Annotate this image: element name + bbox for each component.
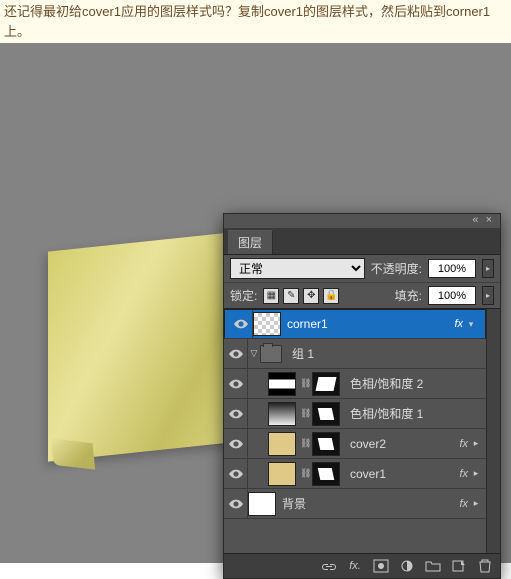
opacity-value[interactable]: 100% [428,259,476,278]
photoshop-canvas: « × 图层 正常 不透明度: 100% ▸ 锁定: ▦ ✎ ✥ 🔒 填充: 1… [0,43,511,563]
layer-name[interactable]: corner1 [283,317,454,331]
lock-paint-icon[interactable]: ✎ [283,288,299,304]
layer-name[interactable]: cover2 [346,437,459,451]
panel-drag-bar[interactable]: « × [224,214,500,228]
layer-thumb[interactable] [268,402,296,426]
layer-thumb[interactable] [268,432,296,456]
new-layer-icon[interactable] [450,558,468,574]
fx-chevron-icon[interactable]: ▸ [470,468,482,479]
layer-mask[interactable] [312,402,340,426]
visibility-toggle[interactable] [224,429,248,458]
layer-name[interactable]: 组 1 [288,345,486,362]
panel-menu-icon[interactable]: « × [472,214,494,226]
fx-chevron-icon[interactable]: ▸ [470,438,482,449]
layer-thumb[interactable] [253,312,281,336]
add-mask-icon[interactable] [372,558,390,574]
layer-hue1[interactable]: ⛓ 色相/饱和度 1 [224,399,486,429]
visibility-toggle[interactable] [224,339,248,368]
group-twist-icon[interactable]: ▽ [248,348,260,359]
layers-list: corner1 fx ▾ ▽ 组 1 ⛓ 色相/饱 [224,309,486,553]
layer-corner1[interactable]: corner1 fx ▾ [224,309,486,339]
visibility-toggle[interactable] [224,369,248,398]
instruction-banner: 还记得最初给cover1应用的图层样式吗？复制cover1的图层样式，然后粘贴到… [0,0,511,43]
layer-name[interactable]: 背景 [278,495,459,512]
visibility-toggle[interactable] [229,310,253,338]
fill-chevron-icon[interactable]: ▸ [482,286,494,305]
fx-chevron-icon[interactable]: ▾ [465,319,477,330]
lock-transparency-icon[interactable]: ▦ [263,288,279,304]
visibility-toggle[interactable] [224,489,248,518]
visibility-toggle[interactable] [224,399,248,428]
layer-name[interactable]: cover1 [346,467,459,481]
lock-label: 锁定: [230,287,257,304]
layer-mask[interactable] [312,462,340,486]
layer-mask[interactable] [312,432,340,456]
layer-group1[interactable]: ▽ 组 1 [224,339,486,369]
delete-layer-icon[interactable] [476,558,494,574]
layer-background[interactable]: 背景 fx ▸ [224,489,486,519]
lock-position-icon[interactable]: ✥ [303,288,319,304]
tab-layers[interactable]: 图层 [228,230,273,254]
layer-hue2[interactable]: ⛓ 色相/饱和度 2 [224,369,486,399]
layer-thumb[interactable] [268,462,296,486]
blend-mode-select[interactable]: 正常 [230,258,365,279]
link-icon[interactable]: ⛓ [300,378,310,390]
layers-scrollbar[interactable] [486,309,500,553]
add-style-icon[interactable]: fx. [346,558,364,574]
adjustment-layer-icon[interactable] [398,558,416,574]
folder-icon [260,345,282,363]
opacity-label: 不透明度: [371,260,422,277]
visibility-toggle[interactable] [224,459,248,488]
layer-thumb[interactable] [268,372,296,396]
layer-cover1[interactable]: ⛓ cover1 fx ▸ [224,459,486,489]
fx-badge[interactable]: fx [454,318,463,330]
fx-chevron-icon[interactable]: ▸ [470,498,482,509]
fx-badge[interactable]: fx [459,438,468,450]
lock-all-icon[interactable]: 🔒 [323,288,339,304]
new-group-icon[interactable] [424,558,442,574]
lock-icons: ▦ ✎ ✥ 🔒 [263,288,339,304]
fx-badge[interactable]: fx [459,498,468,510]
layer-name[interactable]: 色相/饱和度 1 [346,405,486,422]
layers-panel: « × 图层 正常 不透明度: 100% ▸ 锁定: ▦ ✎ ✥ 🔒 填充: 1… [223,213,501,579]
layer-mask[interactable] [312,372,340,396]
link-icon[interactable]: ⛓ [300,468,310,480]
layer-cover2[interactable]: ⛓ cover2 fx ▸ [224,429,486,459]
fill-label: 填充: [395,287,422,304]
layers-empty-area [224,519,486,553]
link-icon[interactable]: ⛓ [300,408,310,420]
layers-footer: fx. [224,553,500,578]
link-layers-icon[interactable] [320,558,338,574]
layer-thumb[interactable] [248,492,276,516]
opacity-chevron-icon[interactable]: ▸ [482,259,494,278]
fx-badge[interactable]: fx [459,468,468,480]
fill-value[interactable]: 100% [428,286,476,305]
layer-name[interactable]: 色相/饱和度 2 [346,375,486,392]
link-icon[interactable]: ⛓ [300,438,310,450]
